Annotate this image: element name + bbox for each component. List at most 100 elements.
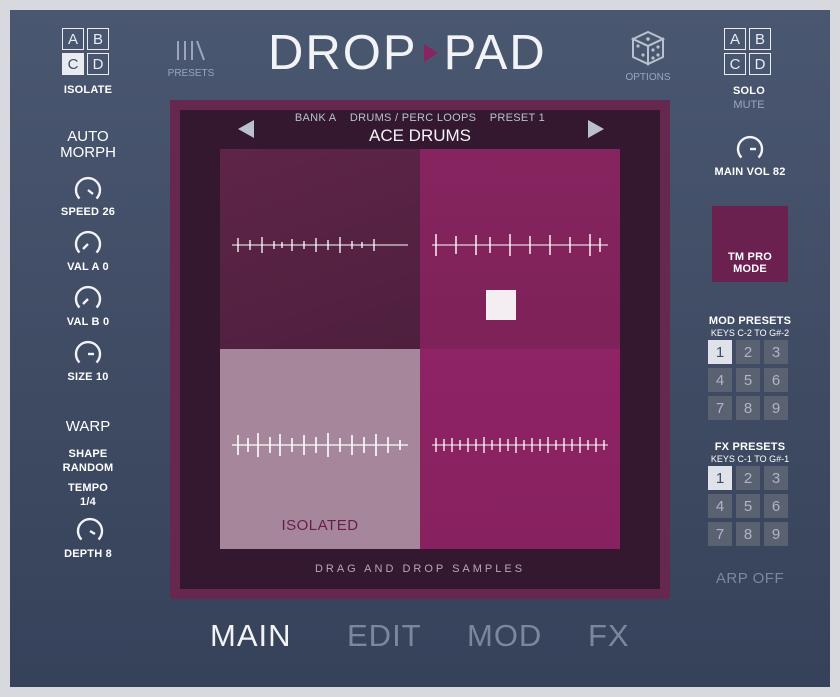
mod-preset-5[interactable]: 5	[736, 368, 760, 392]
pad-a[interactable]	[220, 149, 420, 349]
app-title: DROP PAD	[268, 25, 568, 81]
isolate-a-button[interactable]: A	[62, 28, 84, 50]
options-button[interactable]: OPTIONS	[620, 30, 676, 85]
isolate-c-button[interactable]: C	[62, 53, 84, 75]
fx-preset-5[interactable]: 5	[736, 494, 760, 518]
solo-a-button[interactable]: A	[724, 28, 746, 50]
tab-fx[interactable]: FX	[588, 618, 630, 654]
mod-presets-keys: KEYS C-2 TO G#-2	[710, 328, 790, 338]
tm-pro-line1: TM PRO	[728, 251, 772, 263]
presets-library-icon	[177, 40, 205, 61]
main-vol-knob[interactable]	[735, 134, 765, 164]
isolate-label: ISOLATE	[63, 84, 113, 96]
main-vol-label: MAIN VOL 82	[714, 166, 786, 178]
speed-label: SPEED 26	[60, 206, 116, 218]
depth-label: DEPTH 8	[64, 548, 112, 560]
mod-preset-7[interactable]: 7	[708, 396, 732, 420]
knob-icon	[74, 285, 102, 309]
solo-label[interactable]: SOLO	[710, 85, 788, 97]
waveform-a	[232, 237, 408, 253]
title-drop: DROP	[268, 26, 418, 80]
mod-presets-grid: 1 2 3 4 5 6 7 8 9	[708, 340, 788, 420]
preset-name[interactable]: ACE DRUMS	[270, 126, 570, 146]
fx-presets-keys: KEYS C-1 TO G#-1	[710, 454, 790, 464]
warp-tempo-value: 1/4	[80, 496, 96, 508]
arp-toggle[interactable]: ARP OFF	[700, 570, 800, 587]
tm-pro-mode-button[interactable]: TM PRO MODE	[712, 206, 788, 282]
val-a-knob[interactable]	[73, 229, 103, 259]
warp-shape-label: SHAPE	[68, 448, 108, 460]
knob-icon	[74, 340, 102, 364]
fx-presets-grid: 1 2 3 4 5 6 7 8 9	[708, 466, 788, 546]
fx-preset-4[interactable]: 4	[708, 494, 732, 518]
waveform-d	[432, 437, 608, 453]
prev-preset-arrow-icon[interactable]	[238, 120, 254, 138]
preset-number: PRESET 1	[489, 112, 546, 124]
warp-shape-value: RANDOM	[62, 462, 114, 474]
size-knob[interactable]	[73, 339, 103, 369]
play-triangle-icon	[423, 44, 438, 62]
mod-presets-title: MOD PRESETS	[708, 315, 792, 327]
mod-preset-1[interactable]: 1	[708, 340, 732, 364]
waveform-b	[432, 234, 608, 256]
solo-d-button[interactable]: D	[749, 53, 771, 75]
fx-preset-6[interactable]: 6	[764, 494, 788, 518]
preset-breadcrumb: BANK A DRUMS / PERC LOOPS PRESET 1	[270, 112, 570, 124]
fx-preset-2[interactable]: 2	[736, 466, 760, 490]
title-pad: PAD	[443, 26, 547, 80]
isolated-label: ISOLATED	[281, 517, 359, 534]
next-preset-arrow-icon[interactable]	[588, 120, 604, 138]
tab-main[interactable]: MAIN	[210, 618, 292, 654]
pad-c-isolated[interactable]: ISOLATED	[220, 349, 420, 549]
knob-icon	[74, 230, 102, 254]
pad-d[interactable]	[420, 349, 620, 549]
fx-preset-1[interactable]: 1	[708, 466, 732, 490]
isolate-grid: A B C D	[62, 28, 109, 75]
speed-knob[interactable]	[73, 175, 103, 205]
solo-c-button[interactable]: C	[724, 53, 746, 75]
fx-preset-9[interactable]: 9	[764, 522, 788, 546]
fx-presets-title: FX PRESETS	[714, 441, 786, 453]
mod-preset-8[interactable]: 8	[736, 396, 760, 420]
drop-hint: DRAG AND DROP SAMPLES	[314, 563, 526, 575]
xy-position-puck[interactable]	[486, 290, 516, 320]
auto-morph-title-line2: MORPH	[60, 144, 116, 161]
pad-b[interactable]	[420, 149, 620, 349]
auto-morph-title: AUTO MORPH	[50, 129, 126, 161]
presets-label: PRESETS	[167, 68, 215, 79]
knob-icon	[76, 517, 104, 541]
tm-pro-line2: MODE	[733, 263, 767, 275]
warp-tempo-label: TEMPO	[67, 482, 109, 494]
tm-pro-mode-label: TM PRO MODE	[712, 251, 788, 275]
isolate-d-button[interactable]: D	[87, 53, 109, 75]
warp-shape-selector[interactable]: SHAPE RANDOM	[50, 447, 126, 475]
knob-icon	[74, 176, 102, 200]
mod-preset-9[interactable]: 9	[764, 396, 788, 420]
val-a-label: VAL A 0	[67, 261, 109, 273]
size-label: SIZE 10	[67, 371, 109, 383]
val-b-label: VAL B 0	[66, 316, 110, 328]
preset-category: DRUMS / PERC LOOPS	[349, 112, 477, 124]
depth-knob[interactable]	[75, 516, 105, 546]
val-b-knob[interactable]	[73, 284, 103, 314]
waveform-c	[232, 433, 408, 457]
warp-tempo-selector[interactable]: TEMPO 1/4	[50, 481, 126, 509]
fx-preset-8[interactable]: 8	[736, 522, 760, 546]
mod-preset-4[interactable]: 4	[708, 368, 732, 392]
fx-preset-3[interactable]: 3	[764, 466, 788, 490]
auto-morph-title-line1: AUTO	[67, 128, 109, 145]
dice-icon	[631, 30, 665, 66]
tab-mod[interactable]: MOD	[467, 618, 542, 654]
preset-bank: BANK A	[294, 112, 337, 124]
warp-title: WARP	[65, 418, 111, 435]
presets-button[interactable]: PRESETS	[165, 38, 217, 83]
mod-preset-2[interactable]: 2	[736, 340, 760, 364]
mute-label[interactable]: MUTE	[710, 99, 788, 111]
solo-grid: A B C D	[724, 28, 771, 75]
isolate-b-button[interactable]: B	[87, 28, 109, 50]
tab-edit[interactable]: EDIT	[347, 618, 422, 654]
solo-b-button[interactable]: B	[749, 28, 771, 50]
fx-preset-7[interactable]: 7	[708, 522, 732, 546]
mod-preset-3[interactable]: 3	[764, 340, 788, 364]
mod-preset-6[interactable]: 6	[764, 368, 788, 392]
